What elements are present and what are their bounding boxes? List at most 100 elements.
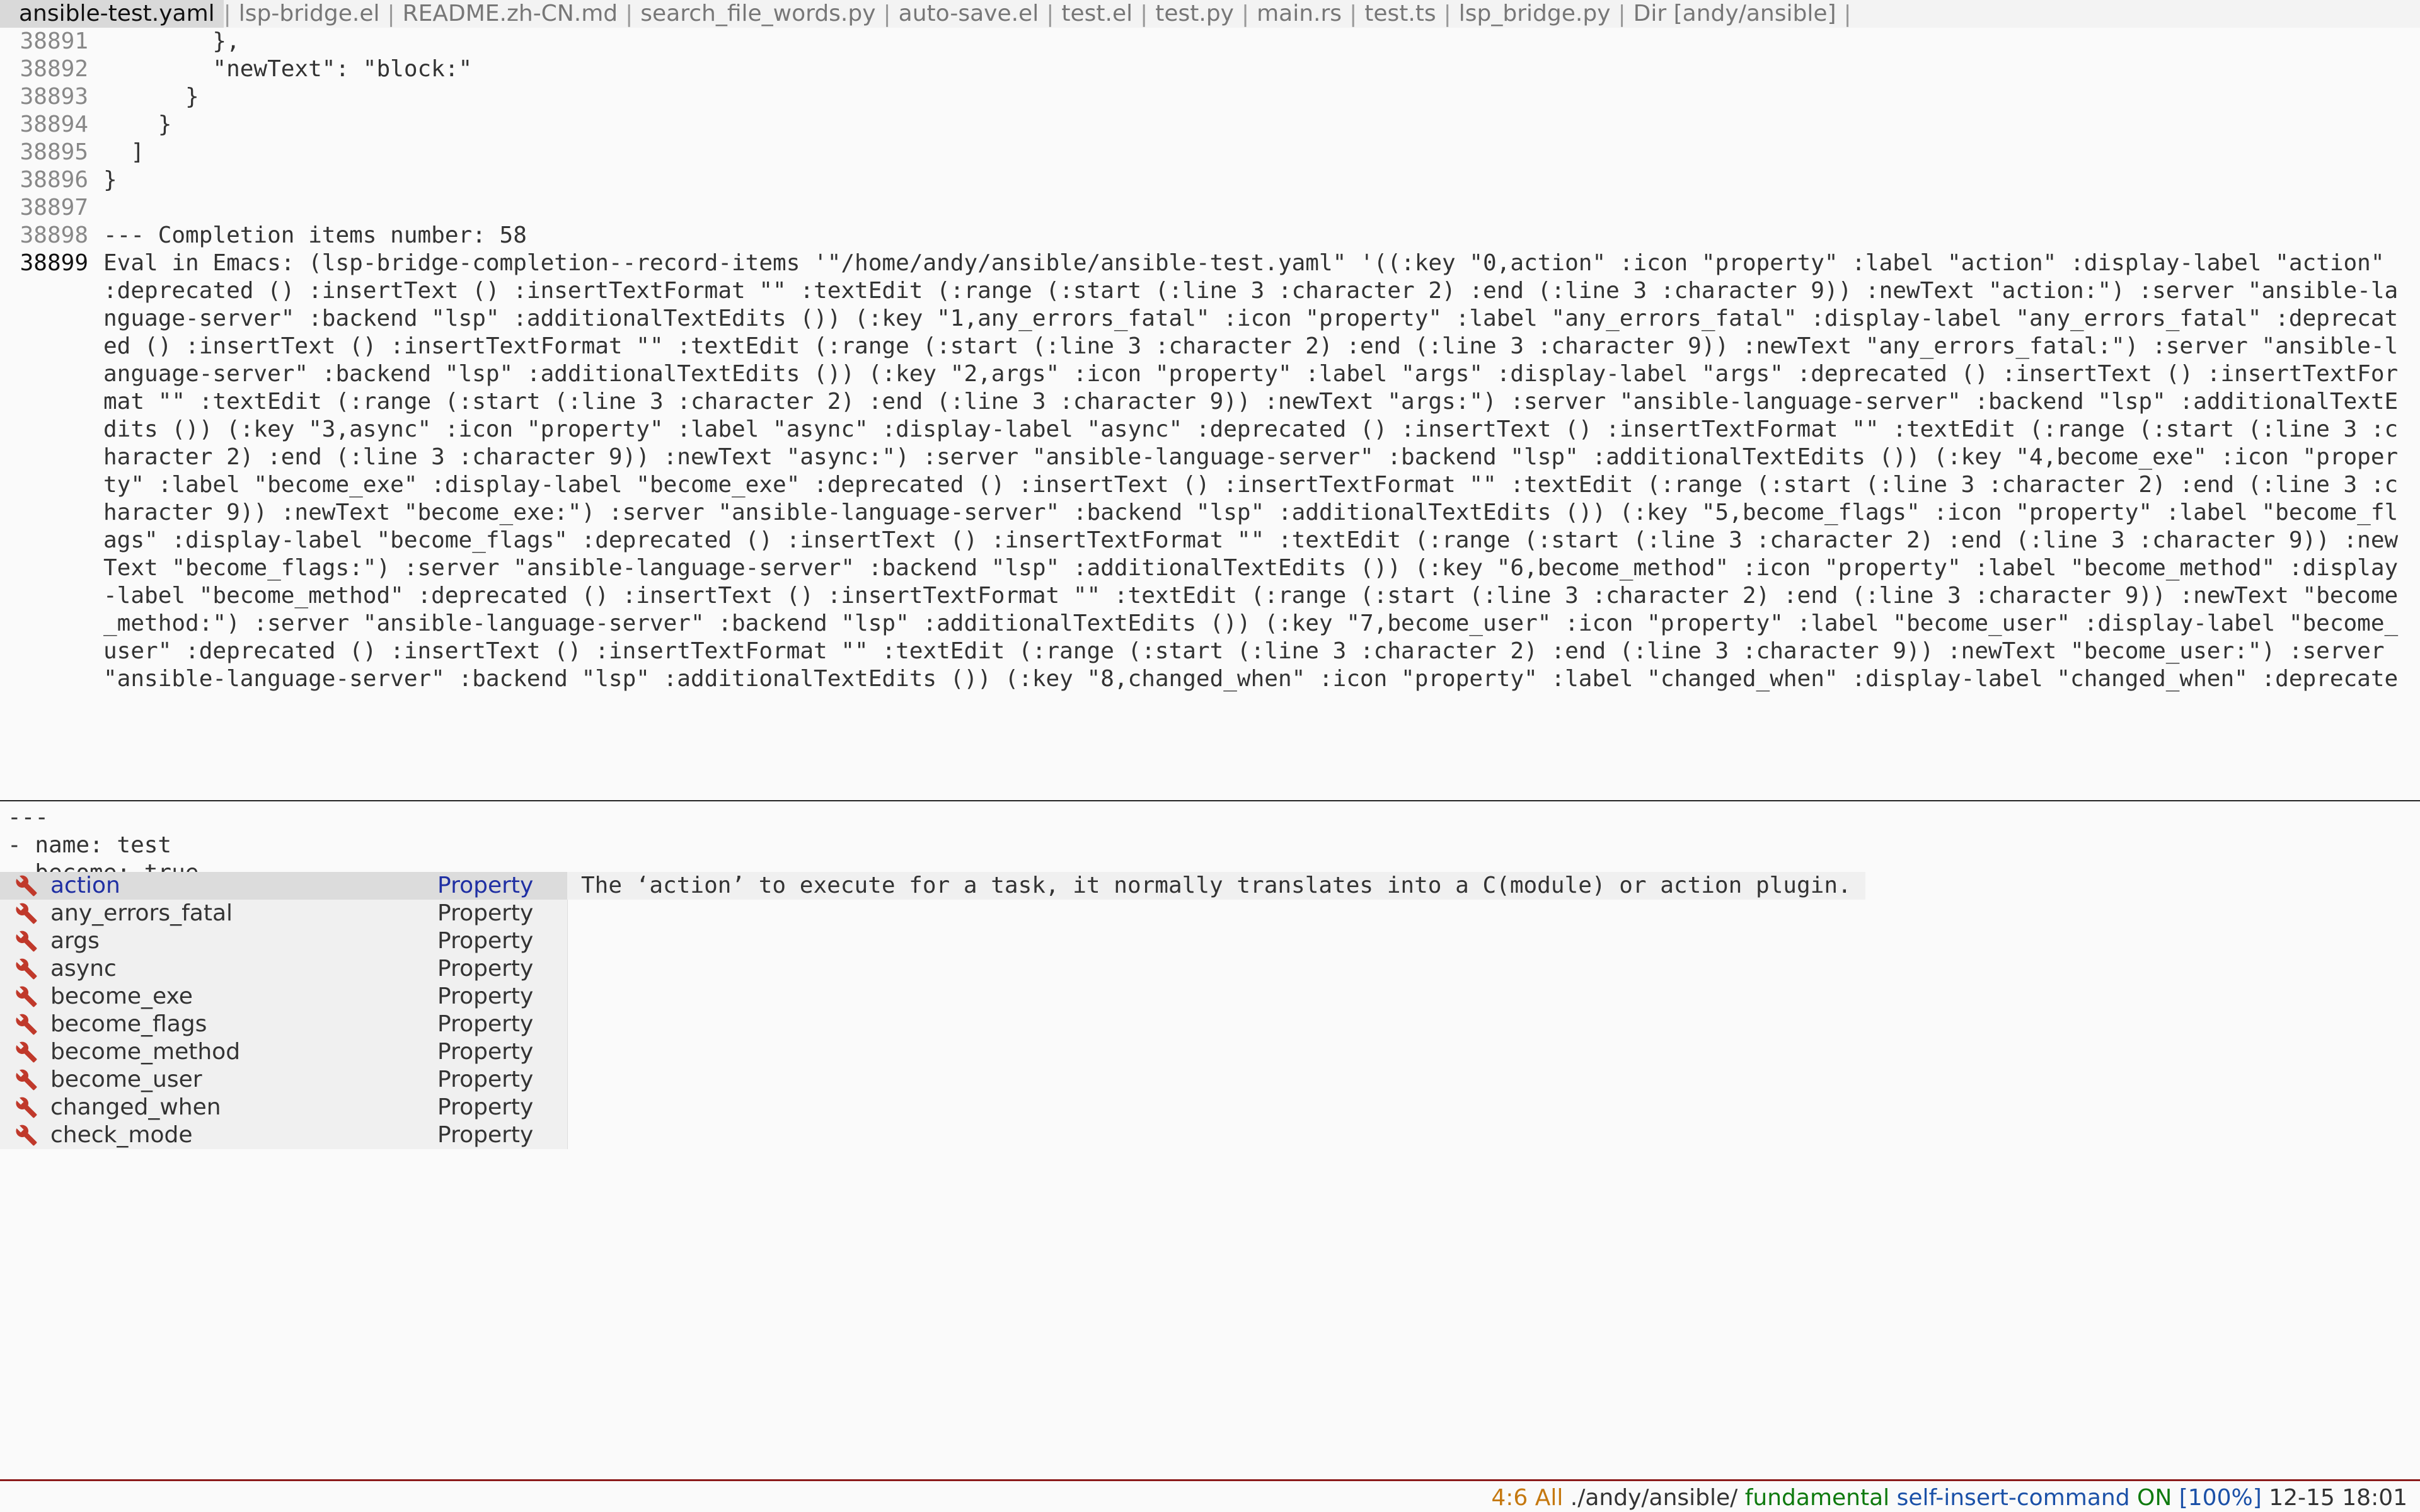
wrench-icon bbox=[16, 1041, 37, 1063]
completion-label: check_mode bbox=[50, 1122, 193, 1148]
line-number-current: 38899 bbox=[20, 250, 88, 276]
completion-item[interactable]: become_method Property bbox=[0, 1038, 567, 1066]
tab-lsp-bridge-el[interactable]: lsp-bridge.el bbox=[231, 0, 388, 28]
buffer-scope: All bbox=[1535, 1485, 1564, 1511]
completion-kind: Property bbox=[437, 928, 534, 954]
modeline-divider bbox=[0, 1479, 2420, 1481]
completion-item[interactable]: become_flags Property bbox=[0, 1011, 567, 1038]
tab-separator: | bbox=[1349, 1, 1357, 27]
line-number: 38891 bbox=[20, 28, 88, 54]
wrench-icon bbox=[16, 931, 37, 952]
wrench-icon bbox=[16, 1014, 37, 1035]
documentation-popup: The ‘action’ to execute for a task, it n… bbox=[567, 872, 1865, 900]
log-line-text: "newText": "block:" bbox=[103, 56, 473, 82]
tab-test-el[interactable]: test.el bbox=[1054, 0, 1140, 28]
tab-separator: | bbox=[387, 1, 395, 27]
input-state: ON bbox=[2137, 1485, 2172, 1511]
line-number: 38892 bbox=[20, 56, 88, 82]
completion-kind: Property bbox=[437, 1067, 534, 1092]
line-number: 38897 bbox=[20, 195, 88, 220]
completion-label: become_exe bbox=[50, 983, 193, 1009]
wrench-icon bbox=[16, 1097, 37, 1118]
log-line: 38896 } bbox=[0, 166, 2420, 194]
log-line: 38895 ] bbox=[0, 139, 2420, 166]
line-number: 38895 bbox=[20, 139, 88, 165]
completion-item[interactable]: args Property bbox=[0, 927, 567, 955]
tab-test-ts[interactable]: test.ts bbox=[1357, 0, 1443, 28]
log-window[interactable]: 38891 }, 38892 "newText": "block:" 38893… bbox=[0, 28, 2420, 757]
completion-label: become_method bbox=[50, 1039, 241, 1065]
log-line-text: } bbox=[103, 167, 117, 193]
completion-item[interactable]: become_user Property bbox=[0, 1066, 567, 1094]
tab-separator: | bbox=[883, 1, 891, 27]
tab-test-py[interactable]: test.py bbox=[1148, 0, 1242, 28]
completion-kind: Property bbox=[437, 1011, 534, 1037]
wrench-icon bbox=[16, 958, 37, 980]
completion-label: changed_when bbox=[50, 1094, 221, 1120]
log-line-text: ] bbox=[103, 139, 145, 165]
log-line: 38891 }, bbox=[0, 28, 2420, 55]
completion-kind: Property bbox=[437, 983, 534, 1009]
clock: 12-15 18:01 bbox=[2269, 1485, 2407, 1511]
line-number: 38893 bbox=[20, 84, 88, 110]
completion-kind: Property bbox=[437, 1039, 534, 1065]
completion-item[interactable]: action Property bbox=[0, 872, 567, 900]
mode-line: 4:6 All ./andy/ansible/ fundamental self… bbox=[1491, 1484, 2407, 1512]
tab-separator: | bbox=[223, 1, 231, 27]
log-line: 38893 } bbox=[0, 83, 2420, 111]
log-line: 38892 "newText": "block:" bbox=[0, 55, 2420, 83]
log-line-text: }, bbox=[103, 28, 240, 54]
completion-item[interactable]: become_exe Property bbox=[0, 983, 567, 1011]
completion-kind: Property bbox=[437, 1094, 534, 1120]
tab-ansible-test-yaml[interactable]: ansible-test.yaml bbox=[0, 0, 224, 28]
tab-separator: | bbox=[1843, 1, 1852, 27]
major-mode[interactable]: fundamental bbox=[1745, 1485, 1889, 1511]
log-line: 38894 } bbox=[0, 111, 2420, 139]
tab-main-rs[interactable]: main.rs bbox=[1249, 0, 1349, 28]
completion-label: action bbox=[50, 873, 120, 898]
eval-wrapped-text: ↵ ↵ ↵ ↵ ↵ ↵ ↵ ↵ ↵ ↵ ↵ ↵ ↵ ↵ ↵ Eval in Em… bbox=[103, 249, 2404, 696]
tab-separator: | bbox=[1618, 1, 1626, 27]
tab-dir-ansible[interactable]: Dir [andy/ansible] bbox=[1626, 0, 1844, 28]
tab-search-file-words[interactable]: search_file_words.py bbox=[633, 0, 883, 28]
editor-line: - name: test bbox=[8, 832, 172, 858]
log-line: 38897 bbox=[0, 194, 2420, 222]
completion-item[interactable]: async Property bbox=[0, 955, 567, 983]
zoom-level: [100%] bbox=[2179, 1485, 2262, 1511]
completion-label: args bbox=[50, 928, 100, 954]
log-line-text: --- Completion items number: 58 bbox=[103, 222, 527, 248]
line-number: 38894 bbox=[20, 112, 88, 137]
completion-popup: action Property any_errors_fatal Propert… bbox=[0, 872, 568, 1149]
eval-text: Eval in Emacs: (lsp-bridge-completion--r… bbox=[103, 250, 2399, 696]
wrench-icon bbox=[16, 1125, 37, 1146]
completion-kind: Property bbox=[437, 900, 534, 926]
tab-readme-zh-cn[interactable]: README.zh-CN.md bbox=[395, 0, 626, 28]
tab-separator: | bbox=[1046, 1, 1054, 27]
log-line-text: } bbox=[103, 112, 172, 137]
log-line: 38898 --- Completion items number: 58 bbox=[0, 222, 2420, 249]
wrench-icon bbox=[16, 986, 37, 1007]
completion-label: become_user bbox=[50, 1067, 202, 1092]
log-line-text bbox=[88, 194, 103, 222]
tab-separator: | bbox=[1443, 1, 1451, 27]
completion-kind: Property bbox=[437, 873, 534, 898]
wrench-icon bbox=[16, 1069, 37, 1091]
completion-item[interactable]: changed_when Property bbox=[0, 1094, 567, 1121]
completion-kind: Property bbox=[437, 1122, 534, 1148]
wrench-icon bbox=[16, 875, 37, 896]
completion-label: any_errors_fatal bbox=[50, 900, 233, 926]
tab-auto-save[interactable]: auto-save.el bbox=[891, 0, 1047, 28]
cursor-position: 4:6 bbox=[1491, 1485, 1528, 1511]
wrench-icon bbox=[16, 903, 37, 924]
tab-separator: | bbox=[625, 1, 633, 27]
tab-separator: | bbox=[1241, 1, 1250, 27]
current-directory[interactable]: ./andy/ansible/ bbox=[1570, 1485, 1738, 1511]
completion-item[interactable]: any_errors_fatal Property bbox=[0, 900, 567, 927]
completion-label: async bbox=[50, 956, 117, 982]
tab-lsp-bridge-py[interactable]: lsp_bridge.py bbox=[1451, 0, 1618, 28]
line-number: 38898 bbox=[20, 222, 88, 248]
completion-kind: Property bbox=[437, 956, 534, 982]
line-number: 38896 bbox=[20, 167, 88, 193]
completion-item[interactable]: check_mode Property bbox=[0, 1121, 567, 1149]
tab-bar: ansible-test.yaml | lsp-bridge.el | READ… bbox=[0, 0, 2420, 28]
